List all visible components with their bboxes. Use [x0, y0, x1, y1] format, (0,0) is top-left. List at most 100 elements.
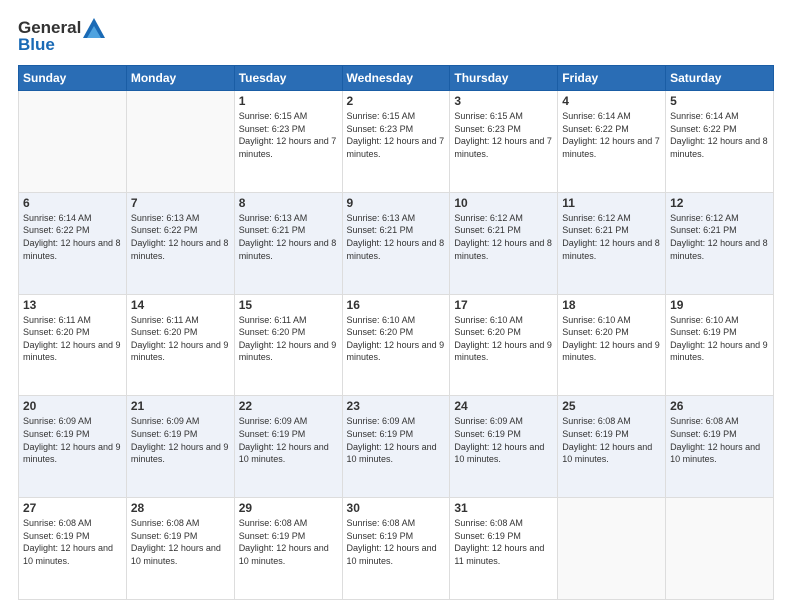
day-number: 11 [562, 196, 661, 210]
day-number: 27 [23, 501, 122, 515]
calendar-cell: 27 Sunrise: 6:08 AM Sunset: 6:19 PM Dayli… [19, 498, 127, 600]
calendar-week-row: 27 Sunrise: 6:08 AM Sunset: 6:19 PM Dayli… [19, 498, 774, 600]
day-number: 7 [131, 196, 230, 210]
day-info: Sunrise: 6:10 AM Sunset: 6:20 PM Dayligh… [347, 314, 446, 364]
page: General Blue SundayMondayTuesdayWednesda… [0, 0, 792, 612]
calendar-cell: 30 Sunrise: 6:08 AM Sunset: 6:19 PM Dayli… [342, 498, 450, 600]
day-number: 29 [239, 501, 338, 515]
weekday-header: Friday [558, 66, 666, 91]
weekday-header: Sunday [19, 66, 127, 91]
calendar-cell: 8Sunrise: 6:13 AM Sunset: 6:21 PM Daylig… [234, 192, 342, 294]
calendar-cell: 28 Sunrise: 6:08 AM Sunset: 6:19 PM Dayli… [126, 498, 234, 600]
day-number: 24 [454, 399, 553, 413]
calendar-cell: 2Sunrise: 6:15 AM Sunset: 6:23 PM Daylig… [342, 91, 450, 193]
day-number: 12 [670, 196, 769, 210]
calendar-cell: 19 Sunrise: 6:10 AM Sunset: 6:19 PM Dayli… [666, 294, 774, 396]
day-info: Sunrise: 6:08 AM Sunset: 6:19 PM Dayligh… [670, 415, 769, 465]
day-info: Sunrise: 6:09 AM Sunset: 6:19 PM Dayligh… [347, 415, 446, 465]
calendar-cell: 12 Sunrise: 6:12 AM Sunset: 6:21 PM Dayli… [666, 192, 774, 294]
calendar-cell: 24 Sunrise: 6:09 AM Sunset: 6:19 PM Dayli… [450, 396, 558, 498]
day-number: 28 [131, 501, 230, 515]
weekday-header: Thursday [450, 66, 558, 91]
weekday-header: Saturday [666, 66, 774, 91]
weekday-header: Wednesday [342, 66, 450, 91]
calendar-cell: 3 Sunrise: 6:15 AM Sunset: 6:23 PM Daylig… [450, 91, 558, 193]
calendar-cell: 31 Sunrise: 6:08 AM Sunset: 6:19 PM Dayli… [450, 498, 558, 600]
day-info: Sunrise: 6:12 AM Sunset: 6:21 PM Dayligh… [562, 212, 661, 262]
calendar-cell: 25 Sunrise: 6:08 AM Sunset: 6:19 PM Dayli… [558, 396, 666, 498]
day-info: Sunrise: 6:13 AM Sunset: 6:21 PM Dayligh… [347, 212, 446, 262]
day-number: 31 [454, 501, 553, 515]
day-info: Sunrise: 6:09 AM Sunset: 6:19 PM Dayligh… [454, 415, 553, 465]
day-info: Sunrise: 6:15 AM Sunset: 6:23 PM Dayligh… [347, 110, 446, 160]
calendar-cell: 29Sunrise: 6:08 AM Sunset: 6:19 PM Dayli… [234, 498, 342, 600]
day-number: 1 [239, 94, 338, 108]
day-number: 14 [131, 298, 230, 312]
day-number: 23 [347, 399, 446, 413]
day-number: 4 [562, 94, 661, 108]
day-info: Sunrise: 6:15 AM Sunset: 6:23 PM Dayligh… [239, 110, 338, 160]
calendar-cell: 23 Sunrise: 6:09 AM Sunset: 6:19 PM Dayli… [342, 396, 450, 498]
calendar-cell: 6 Sunrise: 6:14 AM Sunset: 6:22 PM Daylig… [19, 192, 127, 294]
day-info: Sunrise: 6:08 AM Sunset: 6:19 PM Dayligh… [347, 517, 446, 567]
calendar-cell [558, 498, 666, 600]
calendar-cell [19, 91, 127, 193]
calendar-cell: 22Sunrise: 6:09 AM Sunset: 6:19 PM Dayli… [234, 396, 342, 498]
day-number: 17 [454, 298, 553, 312]
day-info: Sunrise: 6:09 AM Sunset: 6:19 PM Dayligh… [23, 415, 122, 465]
day-info: Sunrise: 6:14 AM Sunset: 6:22 PM Dayligh… [670, 110, 769, 160]
calendar-cell: 11 Sunrise: 6:12 AM Sunset: 6:21 PM Dayli… [558, 192, 666, 294]
day-number: 18 [562, 298, 661, 312]
day-info: Sunrise: 6:08 AM Sunset: 6:19 PM Dayligh… [131, 517, 230, 567]
day-number: 21 [131, 399, 230, 413]
calendar-cell: 21 Sunrise: 6:09 AM Sunset: 6:19 PM Dayli… [126, 396, 234, 498]
day-info: Sunrise: 6:10 AM Sunset: 6:20 PM Dayligh… [454, 314, 553, 364]
calendar-cell: 1 Sunrise: 6:15 AM Sunset: 6:23 PM Daylig… [234, 91, 342, 193]
calendar-table: SundayMondayTuesdayWednesdayThursdayFrid… [18, 65, 774, 600]
calendar-cell: 4 Sunrise: 6:14 AM Sunset: 6:22 PM Daylig… [558, 91, 666, 193]
calendar-cell: 10Sunrise: 6:12 AM Sunset: 6:21 PM Dayli… [450, 192, 558, 294]
calendar-week-row: 13Sunrise: 6:11 AM Sunset: 6:20 PM Dayli… [19, 294, 774, 396]
calendar-cell: 26 Sunrise: 6:08 AM Sunset: 6:19 PM Dayli… [666, 396, 774, 498]
day-info: Sunrise: 6:11 AM Sunset: 6:20 PM Dayligh… [23, 314, 122, 364]
day-info: Sunrise: 6:08 AM Sunset: 6:19 PM Dayligh… [23, 517, 122, 567]
calendar-week-row: 1 Sunrise: 6:15 AM Sunset: 6:23 PM Daylig… [19, 91, 774, 193]
logo-blue-text: Blue [18, 35, 105, 55]
calendar-cell [126, 91, 234, 193]
day-info: Sunrise: 6:15 AM Sunset: 6:23 PM Dayligh… [454, 110, 553, 160]
day-info: Sunrise: 6:08 AM Sunset: 6:19 PM Dayligh… [562, 415, 661, 465]
calendar-cell: 7 Sunrise: 6:13 AM Sunset: 6:22 PM Daylig… [126, 192, 234, 294]
day-number: 5 [670, 94, 769, 108]
calendar-cell [666, 498, 774, 600]
day-info: Sunrise: 6:08 AM Sunset: 6:19 PM Dayligh… [454, 517, 553, 567]
calendar-cell: 16Sunrise: 6:10 AM Sunset: 6:20 PM Dayli… [342, 294, 450, 396]
day-info: Sunrise: 6:10 AM Sunset: 6:20 PM Dayligh… [562, 314, 661, 364]
day-number: 19 [670, 298, 769, 312]
calendar-cell: 14 Sunrise: 6:11 AM Sunset: 6:20 PM Dayli… [126, 294, 234, 396]
day-info: Sunrise: 6:14 AM Sunset: 6:22 PM Dayligh… [23, 212, 122, 262]
day-info: Sunrise: 6:12 AM Sunset: 6:21 PM Dayligh… [670, 212, 769, 262]
calendar-cell: 9 Sunrise: 6:13 AM Sunset: 6:21 PM Daylig… [342, 192, 450, 294]
day-info: Sunrise: 6:09 AM Sunset: 6:19 PM Dayligh… [131, 415, 230, 465]
day-info: Sunrise: 6:12 AM Sunset: 6:21 PM Dayligh… [454, 212, 553, 262]
calendar-week-row: 20 Sunrise: 6:09 AM Sunset: 6:19 PM Dayli… [19, 396, 774, 498]
logo: General Blue [18, 18, 105, 55]
day-number: 8 [239, 196, 338, 210]
day-number: 26 [670, 399, 769, 413]
calendar-header-row: SundayMondayTuesdayWednesdayThursdayFrid… [19, 66, 774, 91]
day-number: 6 [23, 196, 122, 210]
day-info: Sunrise: 6:13 AM Sunset: 6:22 PM Dayligh… [131, 212, 230, 262]
day-number: 3 [454, 94, 553, 108]
day-info: Sunrise: 6:10 AM Sunset: 6:19 PM Dayligh… [670, 314, 769, 364]
day-info: Sunrise: 6:09 AM Sunset: 6:19 PM Dayligh… [239, 415, 338, 465]
day-number: 20 [23, 399, 122, 413]
calendar-cell: 20 Sunrise: 6:09 AM Sunset: 6:19 PM Dayli… [19, 396, 127, 498]
day-number: 9 [347, 196, 446, 210]
calendar-cell: 17 Sunrise: 6:10 AM Sunset: 6:20 PM Dayli… [450, 294, 558, 396]
day-info: Sunrise: 6:11 AM Sunset: 6:20 PM Dayligh… [239, 314, 338, 364]
day-info: Sunrise: 6:14 AM Sunset: 6:22 PM Dayligh… [562, 110, 661, 160]
day-info: Sunrise: 6:11 AM Sunset: 6:20 PM Dayligh… [131, 314, 230, 364]
day-number: 30 [347, 501, 446, 515]
day-number: 25 [562, 399, 661, 413]
calendar-cell: 18 Sunrise: 6:10 AM Sunset: 6:20 PM Dayli… [558, 294, 666, 396]
